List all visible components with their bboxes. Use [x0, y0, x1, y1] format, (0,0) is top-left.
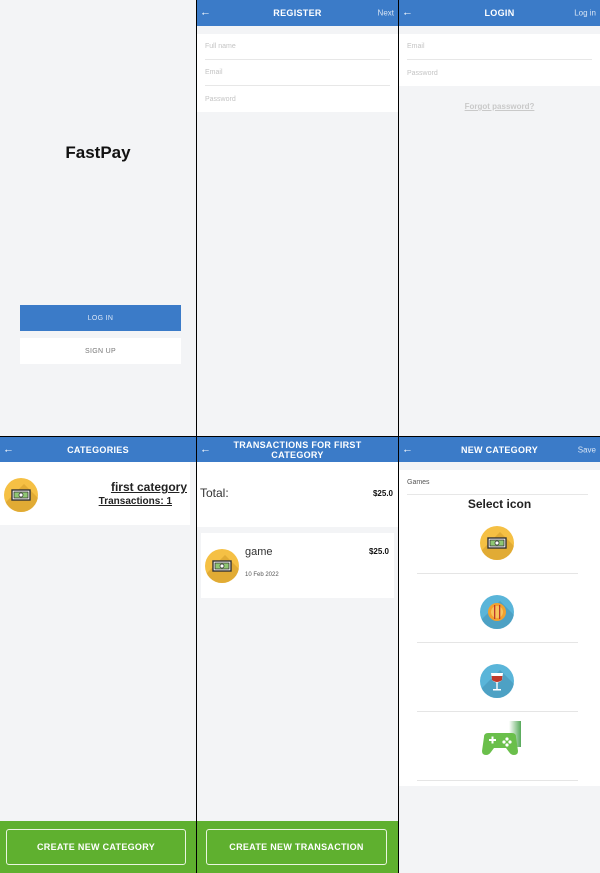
categories-screen: ← CATEGORIES first category Transactions… — [0, 437, 196, 873]
forgot-password-link[interactable]: Forgot password? — [399, 102, 600, 111]
transactions-header: ← TRANSACTIONS FOR FIRST CATEGORY — [197, 437, 398, 462]
wine-glass-icon — [480, 664, 514, 698]
register-header: ← REGISTER Next — [197, 0, 398, 26]
arrow-left-icon[interactable]: ← — [402, 444, 413, 455]
icon-option-wine[interactable] — [417, 644, 578, 712]
category-name-input[interactable]: Games — [407, 470, 588, 495]
email-field[interactable]: Email — [407, 34, 592, 60]
signup-button[interactable]: SIGN UP — [20, 338, 181, 364]
save-button[interactable]: Save — [578, 445, 596, 454]
money-icon — [205, 549, 239, 583]
arrow-left-icon[interactable]: ← — [3, 444, 14, 455]
transactions-screen: ← TRANSACTIONS FOR FIRST CATEGORY Total:… — [197, 437, 398, 873]
login-title: LOGIN — [484, 8, 515, 18]
register-screen: ← REGISTER Next Full name Email Password — [197, 0, 398, 436]
total-value: $25.0 — [372, 489, 393, 498]
next-button[interactable]: Next — [378, 9, 394, 18]
new-category-title: NEW CATEGORY — [460, 444, 539, 455]
category-name: first category — [110, 480, 187, 494]
icon-option-restaurant[interactable] — [417, 575, 578, 643]
login-screen: ← LOGIN Log in Email Password Forgot pas… — [399, 0, 600, 436]
gamepad-icon — [479, 721, 523, 761]
category-name-form: Games — [399, 470, 600, 496]
arrow-left-icon[interactable]: ← — [200, 444, 211, 455]
create-category-bar: CREATE NEW CATEGORY — [0, 821, 196, 873]
category-list-item[interactable]: first category Transactions: 1 — [0, 462, 190, 525]
login-header: ← LOGIN Log in — [399, 0, 600, 26]
money-icon — [480, 526, 514, 560]
total-label: Total: — [200, 486, 229, 500]
password-field[interactable]: Password — [407, 60, 592, 86]
transactions-title: TRANSACTIONS FOR FIRST CATEGORY — [233, 439, 362, 460]
money-icon — [4, 478, 38, 512]
splash-screen: FastPay LOG IN SIGN UP — [0, 0, 196, 436]
transaction-name: game — [245, 546, 273, 558]
login-button[interactable]: LOG IN — [20, 305, 181, 331]
create-category-button[interactable]: CREATE NEW CATEGORY — [6, 829, 186, 865]
category-transactions-count: Transactions: 1 — [98, 496, 172, 507]
register-form: Full name Email Password — [197, 34, 398, 112]
transaction-amount: $25.0 — [368, 547, 389, 556]
icon-option-games[interactable] — [417, 713, 578, 781]
icon-picker: Select icon — [399, 496, 600, 786]
categories-header: ← CATEGORIES — [0, 437, 196, 462]
restaurant-icon — [480, 595, 514, 629]
new-category-header: ← NEW CATEGORY Save — [399, 437, 600, 462]
create-transaction-bar: CREATE NEW TRANSACTION — [197, 821, 398, 873]
transaction-list-item[interactable]: game 10 Feb 2022 $25.0 — [201, 533, 394, 598]
login-form: Email Password — [399, 34, 600, 86]
login-submit-button[interactable]: Log in — [574, 9, 596, 18]
total-card: Total: $25.0 — [197, 462, 398, 527]
register-title: REGISTER — [273, 8, 322, 18]
icon-option-money[interactable] — [417, 506, 578, 574]
password-field[interactable]: Password — [205, 86, 390, 112]
email-field[interactable]: Email — [205, 60, 390, 86]
arrow-left-icon[interactable]: ← — [402, 7, 413, 19]
full-name-field[interactable]: Full name — [205, 34, 390, 60]
categories-title: CATEGORIES — [67, 444, 129, 455]
create-transaction-button[interactable]: CREATE NEW TRANSACTION — [206, 829, 387, 865]
transaction-date: 10 Feb 2022 — [245, 572, 279, 578]
app-brand: FastPay — [65, 143, 131, 162]
new-category-screen: ← NEW CATEGORY Save Games Select icon — [399, 437, 600, 873]
arrow-left-icon[interactable]: ← — [200, 7, 211, 19]
